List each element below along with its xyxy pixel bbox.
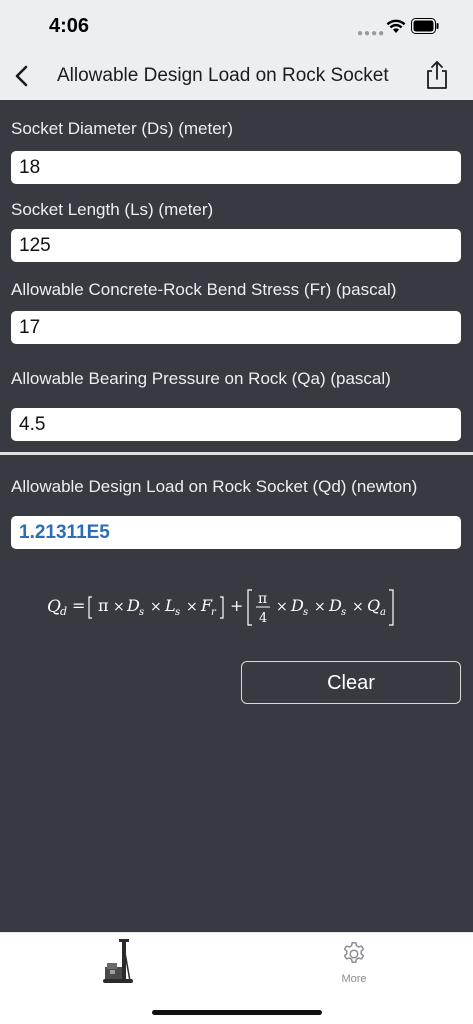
drilling-rig-icon[interactable] <box>102 937 138 985</box>
tab-more-label: More <box>341 973 367 985</box>
formula-times-6: × <box>352 599 364 615</box>
formula-ds-2-sub: s <box>303 607 308 618</box>
formula-lhs: Q <box>47 597 61 617</box>
formula-equals: = <box>72 596 85 615</box>
socket-length-label: Socket Length (Ls) (meter) <box>11 200 214 219</box>
status-bar: 4:06 ●●●● <box>0 0 473 52</box>
share-icon[interactable] <box>424 60 450 90</box>
section-divider <box>0 452 473 455</box>
home-indicator <box>152 1010 322 1015</box>
socket-diameter-label: Socket Diameter (Ds) (meter) <box>11 119 233 138</box>
tab-bar: More <box>0 932 473 1024</box>
wifi-icon <box>386 19 406 33</box>
cellular-signal-icon: ●●●● <box>357 28 386 39</box>
formula-plus: + <box>230 596 243 615</box>
formula-times-2: × <box>150 599 162 615</box>
gear-icon <box>343 942 365 963</box>
socket-length-input[interactable]: 125 <box>11 229 461 262</box>
battery-icon <box>411 18 439 34</box>
design-load-result[interactable]: 1.21311E5 <box>11 516 461 549</box>
formula-qa-sub: a <box>380 607 386 618</box>
formula-ds-3-sub: s <box>341 607 346 618</box>
formula-frac-denominator: 4 <box>259 611 267 626</box>
clear-button[interactable]: Clear <box>241 661 461 704</box>
formula-ds-1-sub: s <box>139 607 144 618</box>
design-load-formula: Q d = π × D s × L s × F r + π 4 × D s × <box>47 589 394 626</box>
tab-more[interactable]: More <box>330 941 378 991</box>
socket-diameter-input[interactable]: 18 <box>11 151 461 184</box>
bearing-pressure-label: Allowable Bearing Pressure on Rock (Qa) … <box>11 369 391 388</box>
formula-ds-1: D <box>126 596 140 615</box>
page-title: Allowable Design Load on Rock Socket <box>57 65 389 86</box>
bend-stress-label: Allowable Concrete-Rock Bend Stress (Fr)… <box>11 280 397 299</box>
formula-ds-3: D <box>328 596 342 615</box>
calculator-form: Socket Diameter (Ds) (meter) 18 Socket L… <box>0 100 473 932</box>
bearing-pressure-input[interactable]: 4.5 <box>11 408 461 441</box>
formula-qa: Q <box>367 596 380 615</box>
navigation-bar: Allowable Design Load on Rock Socket <box>0 52 473 100</box>
bend-stress-input[interactable]: 17 <box>11 311 461 344</box>
formula-pi: π <box>98 596 109 615</box>
formula-frac-numerator: π <box>258 591 267 607</box>
design-load-label: Allowable Design Load on Rock Socket (Qd… <box>11 477 418 496</box>
formula-ls-sub: s <box>175 607 180 618</box>
formula-times-4: × <box>276 599 288 615</box>
formula-lhs-sub: d <box>60 605 67 618</box>
formula-times-1: × <box>113 599 125 615</box>
chevron-left-icon[interactable] <box>12 64 32 88</box>
formula-ds-2: D <box>290 596 304 615</box>
formula-times-5: × <box>314 599 326 615</box>
app-screen: 4:06 ●●●● Allowable Design Load on Rock … <box>0 0 473 1024</box>
formula-times-3: × <box>186 599 198 615</box>
formula-fr-sub: r <box>211 607 217 618</box>
formula-ls: L <box>164 596 176 615</box>
status-time: 4:06 <box>49 15 90 37</box>
